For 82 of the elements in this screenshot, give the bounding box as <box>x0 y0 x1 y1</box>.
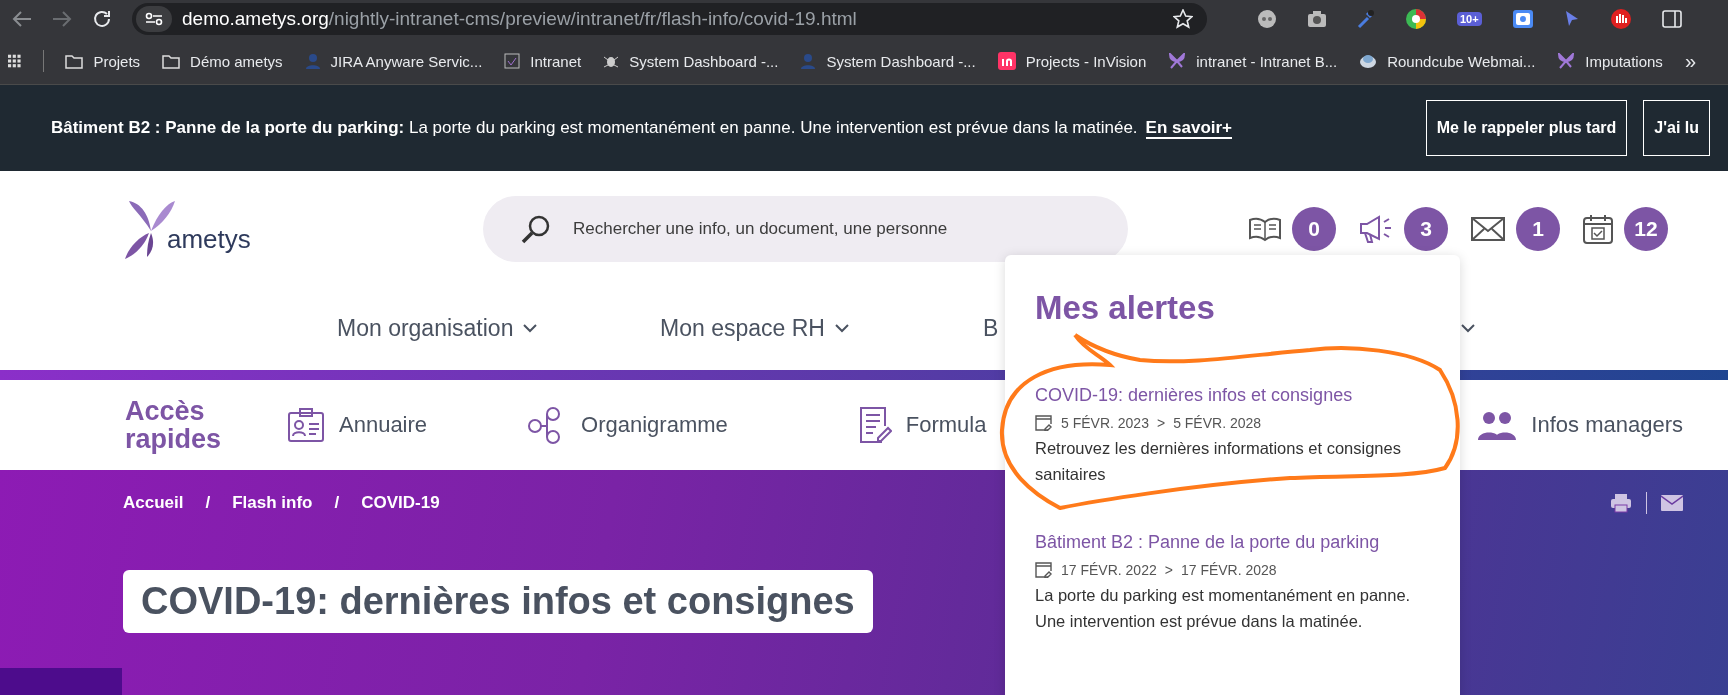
count-badge: 0 <box>1292 206 1336 251</box>
bookmark-link[interactable]: Roundcube Webmai... <box>1359 52 1536 70</box>
eyedropper-icon[interactable] <box>1357 9 1375 29</box>
bookmark-link[interactable]: Projets <box>65 52 141 70</box>
extension-icon[interactable] <box>1257 9 1277 29</box>
breadcrumb-separator: / <box>205 493 211 513</box>
print-icon[interactable] <box>1610 493 1632 513</box>
page-title: COVID-19: dernières infos et consignes <box>123 570 873 633</box>
alert-description: Retrouvez les dernières informations et consignes sanitaires <box>1035 438 1402 485</box>
date-separator: > <box>1156 414 1166 431</box>
extension-badge[interactable]: 10+ <box>1457 12 1482 26</box>
search-input[interactable]: Rechercher une info, un document, une personne <box>571 217 1075 240</box>
calendar-edit-icon <box>1035 561 1053 578</box>
read-more-link[interactable]: En savoir+ <box>1145 118 1233 139</box>
bookmark-link[interactable]: intranet - Intranet B... <box>1168 52 1338 70</box>
quick-access-link[interactable]: Formula <box>857 406 987 444</box>
bookmark-link[interactable]: System Dashboard -... <box>800 52 976 70</box>
id-card-icon <box>287 407 325 443</box>
quick-access-link[interactable]: Infos managers <box>1477 408 1683 442</box>
book-icon[interactable] <box>1248 215 1282 242</box>
count-badge: 12 <box>1624 206 1668 251</box>
cloud-icon <box>1359 53 1378 69</box>
nav-menu-item[interactable]: Mon espace RH <box>660 314 983 342</box>
breadcrumb-separator: / <box>334 493 340 513</box>
sidebar-icon[interactable] <box>1661 10 1682 28</box>
alert-end-date: 5 FÉVR. 2028 <box>1173 414 1262 431</box>
megaphone-icon[interactable] <box>1358 213 1394 244</box>
bookmark-link[interactable]: JIRA Anyware Servic... <box>304 52 483 70</box>
breadcrumb-link[interactable]: Accueil <box>123 493 184 513</box>
reload-icon[interactable] <box>92 9 112 29</box>
chevron-down-icon <box>523 323 538 333</box>
alert-description: La porte du parking est momentanément en panne. Une intervention est prévue dans la matinée. <box>1035 585 1412 632</box>
color-wheel-icon[interactable] <box>1405 8 1427 30</box>
mail-icon[interactable] <box>1661 495 1683 511</box>
cursor-icon[interactable] <box>1563 10 1580 28</box>
alert-banner-message: Bâtiment B2 : Panne de la porte du parking: La porte du parking est momentanément en panne. Une intervention est prévue dans la matinée. En savoir+ <box>49 117 1234 141</box>
bookmark-link[interactable]: Imputations <box>1557 52 1663 70</box>
butterfly-icon <box>1557 53 1576 69</box>
search-icon <box>521 213 551 244</box>
bookmark-link[interactable]: Intranet <box>504 52 582 70</box>
date-separator: > <box>1164 561 1173 578</box>
person-icon <box>304 53 321 69</box>
folder-icon <box>65 53 84 69</box>
page-icon <box>504 53 521 69</box>
chevron-down-icon <box>834 323 849 333</box>
quick-access-link[interactable]: Organigramme <box>527 406 728 444</box>
search-field[interactable]: Rechercher une info, un document, une personne <box>483 195 1128 262</box>
back-icon[interactable] <box>12 10 32 28</box>
site-settings-icon[interactable] <box>145 12 163 26</box>
alert-title-link[interactable]: COVID-19: dernières infos et consignes <box>1035 382 1430 408</box>
count-badge: 3 <box>1404 206 1448 251</box>
folder-icon <box>162 53 181 69</box>
alert-end-date: 17 FÉVR. 2028 <box>1180 561 1277 578</box>
butterfly-icon <box>1168 53 1187 69</box>
screen-record-icon[interactable] <box>1511 9 1534 29</box>
apps-grid-icon[interactable] <box>8 53 21 69</box>
breadcrumb-link[interactable]: Flash info <box>232 493 313 513</box>
calendar-edit-icon <box>1035 414 1053 431</box>
bookmark-link[interactable]: System Dashboard -... <box>603 52 779 70</box>
chevron-down-icon <box>1461 324 1475 333</box>
bookmark-link[interactable]: Démo ametys <box>162 52 283 70</box>
alert-start-date: 5 FÉVR. 2023 <box>1061 414 1149 431</box>
calendar-icon[interactable] <box>1582 212 1614 245</box>
nav-menu-item[interactable]: Mon organisation <box>337 314 660 342</box>
person-icon <box>800 53 817 69</box>
invision-icon <box>997 52 1016 70</box>
alert-start-date: 17 FÉVR. 2022 <box>1061 561 1157 578</box>
alerts-title: Mes alertes <box>1035 289 1216 327</box>
count-badge: 1 <box>1516 206 1560 251</box>
logo-text[interactable]: ametys <box>167 223 251 255</box>
remind-later-button[interactable]: Me le rappeler plus tard <box>1425 100 1628 156</box>
quick-access-link[interactable]: Annuaire <box>287 407 428 443</box>
alert-title-link[interactable]: Bâtiment B2 : Panne de la porte du parking <box>1035 529 1430 555</box>
bookmark-link[interactable]: Projects - InVision <box>997 52 1147 70</box>
bookmark-star-icon[interactable] <box>1173 9 1193 29</box>
form-icon <box>857 406 892 444</box>
breadcrumb-current: COVID-19 <box>361 493 440 513</box>
dismiss-button[interactable]: J'ai lu <box>1643 100 1710 156</box>
more-bookmarks-button[interactable]: » <box>1684 49 1696 73</box>
mail-icon[interactable] <box>1470 215 1506 242</box>
quick-access-title: Accès rapides <box>125 397 223 453</box>
camera-icon[interactable] <box>1307 10 1327 28</box>
